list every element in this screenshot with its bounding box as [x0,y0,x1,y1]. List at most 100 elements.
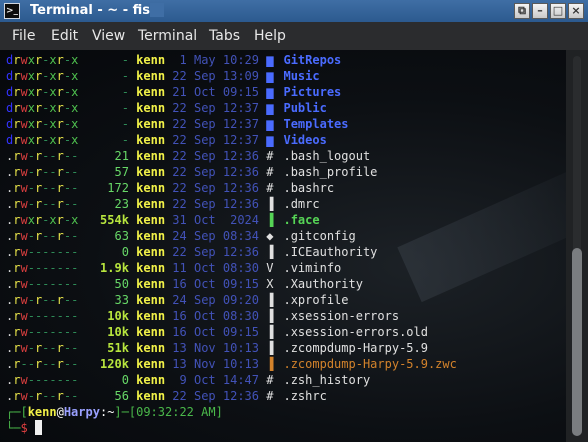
file-name[interactable]: .zcompdump-Harpy-5.9.zwc [283,357,456,371]
file-name[interactable]: Music [283,69,319,83]
permissions: drwxr-xr-x [6,101,79,115]
owner: kenn [136,341,166,355]
minimize-button[interactable]: – [532,3,548,19]
modified-date: 22 Sep 12:36 [172,149,259,163]
file-name[interactable]: Public [283,101,326,115]
menu-file[interactable]: File [12,28,35,44]
command-line[interactable]: └─$ [6,420,457,436]
list-item[interactable]: drwxr-xr-x - kenn 22 Sep 12:37 ▆ Videos [6,132,457,148]
hash-icon: # [266,389,274,403]
file-name[interactable]: .bash_logout [283,149,370,163]
prompt-sep: ]─[ [114,405,137,419]
file-size: 10k [78,325,129,339]
file-name[interactable]: .bash_profile [283,165,377,179]
file-size: 21 [78,149,129,163]
restore-button[interactable]: ⧉ [514,3,530,19]
scrollbar-thumb[interactable] [572,248,582,436]
modified-date: 22 Sep 13:09 [172,69,259,83]
file-name[interactable]: .xsession-errors.old [283,325,428,339]
scrollbar[interactable] [566,50,588,442]
file-size: 50 [78,277,129,291]
file-name[interactable]: GitRepos [283,53,341,67]
list-item[interactable]: .rw------- 0 kenn 9 Oct 14:47 # .zsh_his… [6,372,457,388]
file-icon: ▐ [266,245,274,259]
list-item[interactable]: drwxr-xr-x - kenn 1 May 10:29 ▆ GitRepos [6,52,457,68]
file-name[interactable]: .viminfo [283,261,341,275]
list-item[interactable]: .rwxr-xr-x 554k kenn 31 Oct 2024 ▐ .face [6,212,457,228]
file-name[interactable]: Templates [283,117,348,131]
permissions: .rw-r--r-- [6,229,79,243]
list-item[interactable]: .rw------- 50 kenn 16 Oct 09:15 X .Xauth… [6,276,457,292]
list-item[interactable]: .rw------- 10k kenn 16 Oct 09:15 ▐ .xses… [6,324,457,340]
list-item[interactable]: drwxr-xr-x - kenn 22 Sep 12:37 ▆ Templat… [6,116,457,132]
listing: drwxr-xr-x - kenn 1 May 10:29 ▆ GitRepos… [6,52,457,436]
list-item[interactable]: .rw-r--r-- 51k kenn 13 Nov 10:13 ▐ .zcom… [6,340,457,356]
list-item[interactable]: .rw------- 10k kenn 16 Oct 08:30 ▐ .xses… [6,308,457,324]
permissions: .rw-r--r-- [6,341,79,355]
list-item[interactable]: drwxr-xr-x - kenn 21 Oct 09:15 ▆ Picture… [6,84,457,100]
list-item[interactable]: .rw-r--r-- 21 kenn 22 Sep 12:36 # .bash_… [6,148,457,164]
list-item[interactable]: drwxr-xr-x - kenn 22 Sep 13:09 ▆ Music [6,68,457,84]
file-name[interactable]: .dmrc [283,197,319,211]
modified-date: 1 May 10:29 [172,53,259,67]
file-name[interactable]: .xsession-errors [283,309,399,323]
text-cursor[interactable] [34,420,42,435]
permissions: .rw------- [6,373,79,387]
file-size: 10k [78,309,129,323]
terminal-app-icon[interactable]: >_ [4,3,20,19]
menu-terminal[interactable]: Terminal [138,28,197,44]
list-item[interactable]: .rw-r--r-- 63 kenn 24 Sep 08:34 ◆ .gitco… [6,228,457,244]
file-name[interactable]: .ICEauthority [283,245,377,259]
permissions: .rw------- [6,277,79,291]
file-name[interactable]: .zcompdump-Harpy-5.9 [283,341,428,355]
menu-tabs[interactable]: Tabs [209,28,240,44]
close-button[interactable]: × [568,3,584,19]
permissions: .rw-r--r-- [6,293,79,307]
list-item[interactable]: drwxr-xr-x - kenn 22 Sep 12:37 ▆ Public [6,100,457,116]
file-name[interactable]: .xprofile [283,293,348,307]
menu-help[interactable]: Help [254,28,286,44]
file-size: 33 [78,293,129,307]
file-name[interactable]: .zsh_history [283,373,370,387]
list-item[interactable]: .rw------- 0 kenn 22 Sep 12:36 ▐ .ICEaut… [6,244,457,260]
list-item[interactable]: .rw------- 1.9k kenn 11 Oct 08:30 V .vim… [6,260,457,276]
list-item[interactable]: .r--r--r-- 120k kenn 13 Nov 10:13 ▐ .zco… [6,356,457,372]
file-name[interactable]: .face [283,213,319,227]
file-name[interactable]: Pictures [283,85,341,99]
list-item[interactable]: .rw-r--r-- 172 kenn 22 Sep 12:36 # .bash… [6,180,457,196]
maximize-button[interactable]: □ [550,3,566,19]
file-name[interactable]: .Xauthority [283,277,362,291]
file-size: 56 [78,389,129,403]
file-name[interactable]: .zshrc [283,389,326,403]
file-name[interactable]: .bashrc [283,181,334,195]
permissions: drwxr-xr-x [6,117,79,131]
list-item[interactable]: .rw-r--r-- 23 kenn 22 Sep 12:36 ▐ .dmrc [6,196,457,212]
list-item[interactable]: .rw-r--r-- 33 kenn 24 Sep 09:20 ▐ .xprof… [6,292,457,308]
modified-date: 22 Sep 12:36 [172,197,259,211]
permissions: .rw-r--r-- [6,165,79,179]
modified-date: 22 Sep 12:36 [172,245,259,259]
modified-date: 9 Oct 14:47 [172,373,259,387]
permissions: drwxr-xr-x [6,133,79,147]
title-bar[interactable]: >_ Terminal - ~ - fish ⧉ – □ × [0,0,588,22]
prompt-user: kenn [27,405,57,419]
window-title: Terminal - ~ - fish [30,3,160,18]
modified-date: 22 Sep 12:37 [172,117,259,131]
menu-edit[interactable]: Edit [51,28,78,44]
folder-icon: ▆ [266,69,274,83]
file-size: 63 [78,229,129,243]
owner: kenn [136,229,166,243]
hash-icon: # [266,149,274,163]
file-name[interactable]: .gitconfig [283,229,355,243]
menu-view[interactable]: View [92,28,125,44]
file-icon: ▐ [266,309,274,323]
hash-icon: # [266,373,274,387]
owner: kenn [136,165,166,179]
file-name[interactable]: Videos [283,133,326,147]
menu-bar: File Edit View Terminal Tabs Help [0,22,588,50]
modified-date: 24 Sep 09:20 [172,293,259,307]
list-item[interactable]: .rw-r--r-- 56 kenn 22 Sep 12:36 # .zshrc [6,388,457,404]
terminal-output[interactable]: drwxr-xr-x - kenn 1 May 10:29 ▆ GitRepos… [0,50,588,442]
list-item[interactable]: .rw-r--r-- 57 kenn 22 Sep 12:36 # .bash_… [6,164,457,180]
file-size: 172 [78,181,129,195]
